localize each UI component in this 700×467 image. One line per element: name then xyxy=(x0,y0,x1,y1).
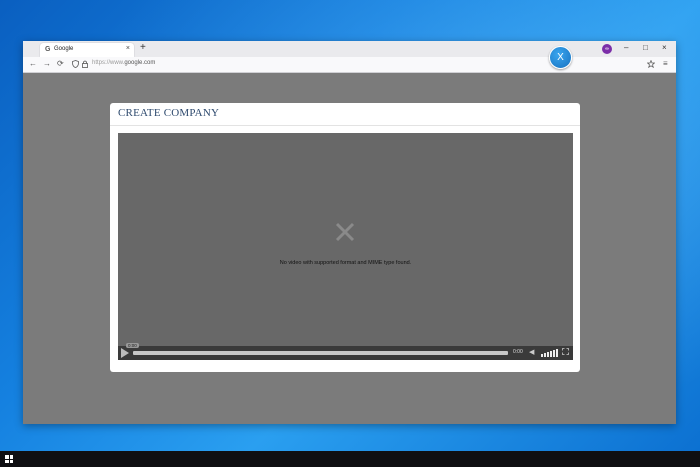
video-controls: 0:00 0:00 ◀ xyxy=(118,343,573,360)
play-icon[interactable] xyxy=(121,348,129,358)
back-arrow-icon[interactable]: ← xyxy=(29,59,37,68)
navigation-bar: ← → ⟳ https://www.google.com ≡ xyxy=(23,57,676,73)
video-error-message: No video with supported format and MIME … xyxy=(279,260,412,266)
tab-google[interactable]: G Google × xyxy=(40,43,134,57)
close-window-button[interactable]: × xyxy=(662,43,667,52)
tab-close-icon[interactable]: × xyxy=(126,45,130,52)
end-time: 0:00 xyxy=(513,349,523,355)
shield-icon[interactable] xyxy=(72,60,79,68)
tab-bar: G Google × + ∞ – □ × xyxy=(23,41,676,57)
current-time: 0:00 xyxy=(126,343,139,348)
video-player[interactable]: No video with supported format and MIME … xyxy=(118,133,573,360)
progress-bar[interactable] xyxy=(133,351,508,355)
lock-icon[interactable] xyxy=(82,60,88,68)
maximize-button[interactable]: □ xyxy=(643,43,648,52)
video-error-x-icon xyxy=(335,222,355,242)
page-overlay: CREATE COMPANY No video with supported f… xyxy=(23,73,676,424)
reload-icon[interactable]: ⟳ xyxy=(57,59,64,68)
browser-window: G Google × + ∞ – □ × ← → ⟳ https://www.g… xyxy=(23,41,676,424)
forward-arrow-icon[interactable]: → xyxy=(43,59,51,68)
create-company-modal: CREATE COMPANY No video with supported f… xyxy=(110,103,580,372)
address-bar[interactable]: https://www.google.com xyxy=(92,60,155,66)
fullscreen-icon[interactable] xyxy=(562,348,569,355)
bookmark-star-icon[interactable] xyxy=(647,60,655,68)
google-favicon-icon: G xyxy=(45,46,51,53)
windows-start-icon[interactable] xyxy=(5,455,13,463)
modal-close-button[interactable]: X xyxy=(549,46,572,69)
tab-title: Google xyxy=(54,46,74,52)
menu-icon[interactable]: ≡ xyxy=(663,59,668,68)
modal-header: CREATE COMPANY xyxy=(110,103,580,126)
modal-title: CREATE COMPANY xyxy=(118,107,220,119)
minimize-button[interactable]: – xyxy=(624,43,628,52)
volume-icon[interactable]: ◀ xyxy=(529,348,534,356)
profile-icon[interactable]: ∞ xyxy=(602,44,612,54)
new-tab-button[interactable]: + xyxy=(140,42,146,53)
taskbar xyxy=(0,451,700,467)
url-domain: google.com xyxy=(124,60,156,66)
url-prefix: https://www. xyxy=(92,60,125,66)
